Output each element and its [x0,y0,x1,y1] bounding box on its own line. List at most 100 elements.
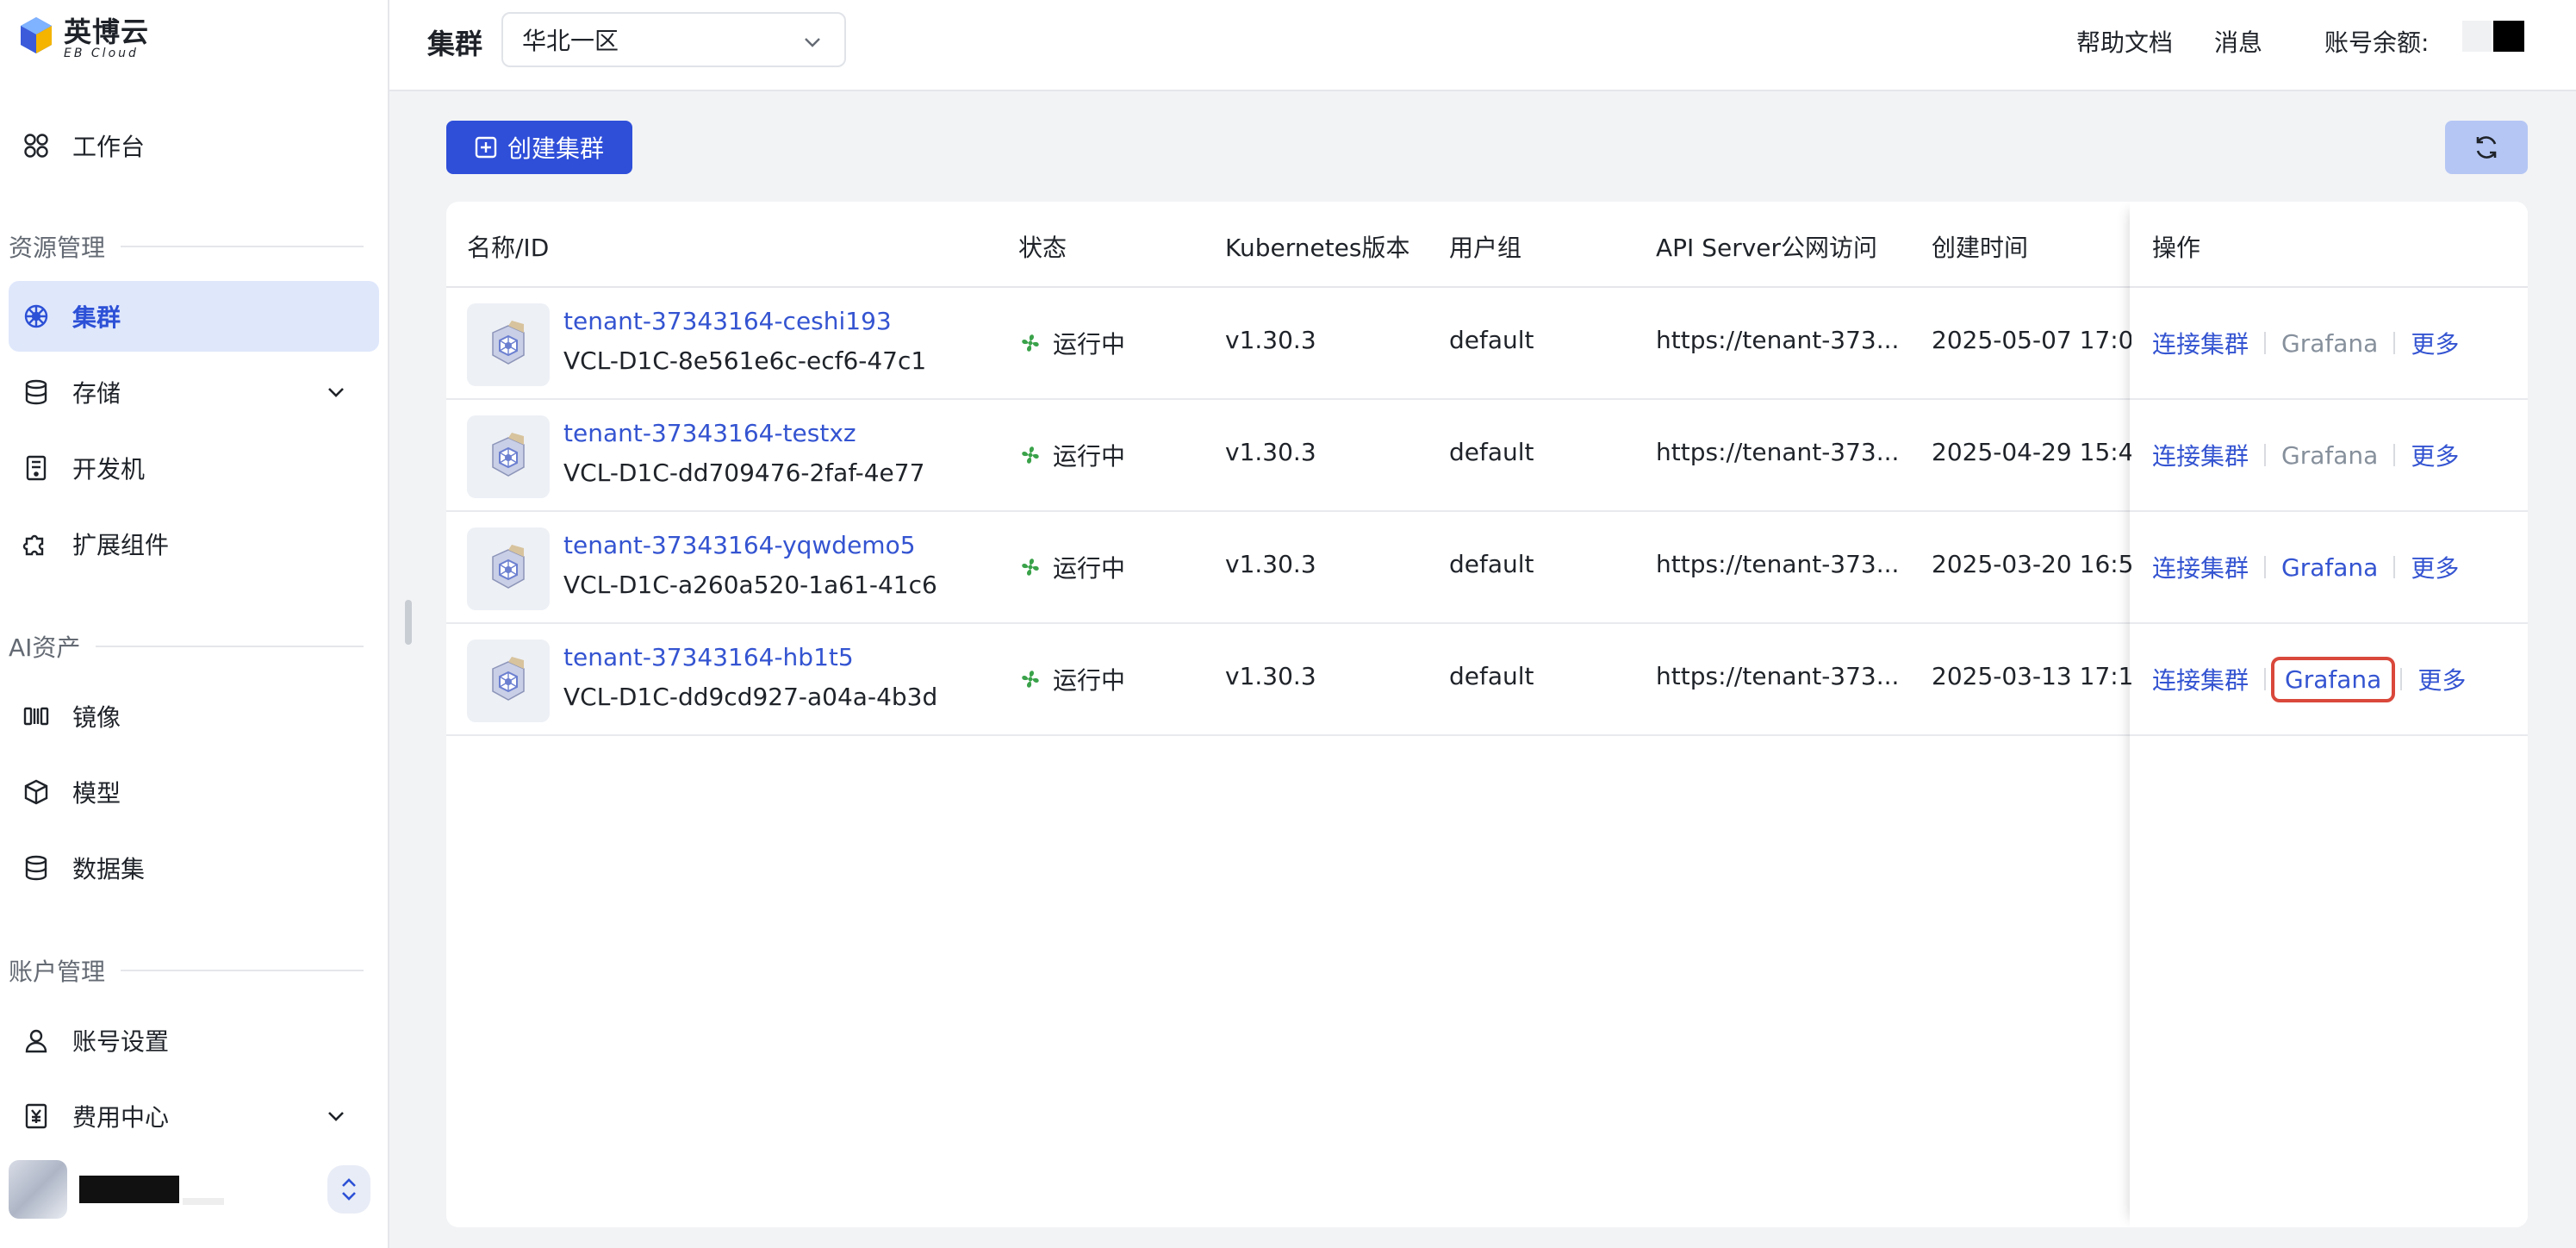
sidebar-item-image[interactable]: 镜像 [9,681,379,752]
sidebar-item-billing[interactable]: 费用中心 [9,1081,379,1151]
image-icon [21,701,52,732]
section-resource: 资源管理 [9,229,364,264]
col-name: 名称/ID [467,234,550,262]
puzzle-icon [21,528,52,559]
sidebar-item-workbench[interactable]: 工作台 [9,110,379,181]
row-actions: 连接集群 Grafana 更多 [2152,550,2459,584]
created-time: 2025-03-13 17:10 [1932,662,2131,690]
sidebar-item-storage[interactable]: 存储 [9,357,379,427]
more-link[interactable]: 更多 [2411,326,2459,360]
col-api-server: API Server公网访问 [1656,234,1878,262]
user-profile[interactable] [9,1155,370,1224]
sidebar-item-devmachine[interactable]: 开发机 [9,433,379,503]
more-link[interactable]: 更多 [2411,438,2459,472]
brand-name: 英博云 [64,16,150,48]
grid-icon [21,130,52,161]
sidebar-collapse-handle[interactable] [405,600,412,645]
row-actions: 连接集群 Grafana 更多 [2152,656,2466,702]
sidebar-item-cluster[interactable]: 集群 [9,281,379,352]
table-row: tenant-37343164-ceshi193 VCL-D1C-8e561e6c… [446,288,2528,400]
status-badge: 运行中 [1018,662,1125,696]
user-group: default [1449,438,1534,466]
user-group: default [1449,326,1534,354]
more-link[interactable]: 更多 [2417,662,2466,696]
user-icon [21,1025,52,1056]
brand-sub: EB Cloud [64,47,139,60]
cluster-name-link[interactable]: tenant-37343164-hb1t5 [563,643,854,671]
api-server-url: https://tenant-373... [1656,662,1900,690]
connect-cluster-link[interactable]: 连接集群 [2152,438,2249,472]
region-value: 华北一区 [522,27,619,55]
k8s-version: v1.30.3 [1225,438,1316,466]
balance-redacted [2462,21,2492,52]
region-select[interactable]: 华北一区 [501,12,846,67]
col-ops: 操作 [2152,234,2201,262]
account-balance-label[interactable]: 账号余额: [2324,24,2429,59]
sidebar-item-label: 集群 [72,303,121,332]
cluster-thumbnail-icon [467,640,550,722]
row-actions: 连接集群 Grafana 更多 [2152,326,2459,360]
running-fan-icon [1018,555,1042,579]
running-fan-icon [1018,443,1042,467]
cluster-name-link[interactable]: tenant-37343164-testxz [563,419,856,447]
more-link[interactable]: 更多 [2411,550,2459,584]
cluster-icon [21,301,52,332]
sidebar: 英博云 EB Cloud 工作台 资源管理 集群 存储 开发机 扩展组件 AI资… [0,0,389,1248]
create-cluster-button[interactable]: 创建集群 [446,121,632,174]
col-k8s-version: Kubernetes版本 [1225,234,1410,262]
k8s-version: v1.30.3 [1225,326,1316,354]
status-badge: 运行中 [1018,550,1125,584]
user-group: default [1449,550,1534,578]
balance-redacted-block [2493,21,2524,52]
chevron-down-icon [328,388,344,397]
status-badge: 运行中 [1018,326,1125,360]
cluster-id: VCL-D1C-a260a520-1a61-41c6 [563,571,937,599]
k8s-version: v1.30.3 [1225,550,1316,578]
dataset-icon [21,852,52,883]
created-time: 2025-05-07 17:08 [1932,326,2131,354]
cluster-id: VCL-D1C-dd9cd927-a04a-4b3d [563,683,938,711]
table-row: tenant-37343164-testxz VCL-D1C-dd709476-2… [446,400,2528,512]
connect-cluster-link[interactable]: 连接集群 [2152,550,2249,584]
section-account: 账户管理 [9,953,364,988]
yen-icon [21,1101,52,1132]
avatar [9,1160,67,1219]
sidebar-item-extensions[interactable]: 扩展组件 [9,509,379,579]
table-row: tenant-37343164-yqwdemo5 VCL-D1C-a260a520… [446,512,2528,624]
cluster-thumbnail-icon [467,303,550,386]
chevron-down-icon [805,38,820,47]
col-user-group: 用户组 [1449,234,1522,262]
grafana-link[interactable]: Grafana [2281,441,2378,470]
create-cluster-label: 创建集群 [507,134,604,163]
help-docs-link[interactable]: 帮助文档 [2076,24,2173,59]
row-actions: 连接集群 Grafana 更多 [2152,438,2459,472]
grafana-link[interactable]: Grafana [2281,329,2378,358]
running-fan-icon [1018,667,1042,691]
grafana-link[interactable]: Grafana [2271,656,2396,702]
sidebar-item-account-settings[interactable]: 账号设置 [9,1005,379,1076]
sidebar-item-label: 工作台 [72,133,146,161]
sidebar-item-dataset[interactable]: 数据集 [9,833,379,903]
brand-logo[interactable]: 英博云 EB Cloud [17,16,149,60]
refresh-icon [2476,136,2497,159]
chevron-down-icon [328,1112,344,1121]
refresh-button[interactable] [2445,121,2528,174]
sidebar-item-label: 费用中心 [72,1103,170,1132]
created-time: 2025-04-29 15:44 [1932,438,2131,466]
sidebar-item-label: 数据集 [72,855,146,883]
account-switch-button[interactable] [327,1165,370,1214]
cluster-thumbnail-icon [467,527,550,610]
connect-cluster-link[interactable]: 连接集群 [2152,662,2249,696]
top-header: 集群 华北一区 帮助文档 消息 账号余额: [389,0,2576,91]
cluster-name-link[interactable]: tenant-37343164-yqwdemo5 [563,531,916,559]
plus-square-icon [475,136,497,159]
sidebar-item-model[interactable]: 模型 [9,757,379,827]
running-fan-icon [1018,331,1042,355]
sidebar-item-label: 开发机 [72,455,146,484]
table-row: tenant-37343164-hb1t5 VCL-D1C-dd9cd927-a0… [446,624,2528,736]
cube-icon [21,777,52,808]
messages-link[interactable]: 消息 [2214,24,2262,59]
grafana-link[interactable]: Grafana [2281,553,2378,582]
cluster-name-link[interactable]: tenant-37343164-ceshi193 [563,307,892,335]
connect-cluster-link[interactable]: 连接集群 [2152,326,2249,360]
